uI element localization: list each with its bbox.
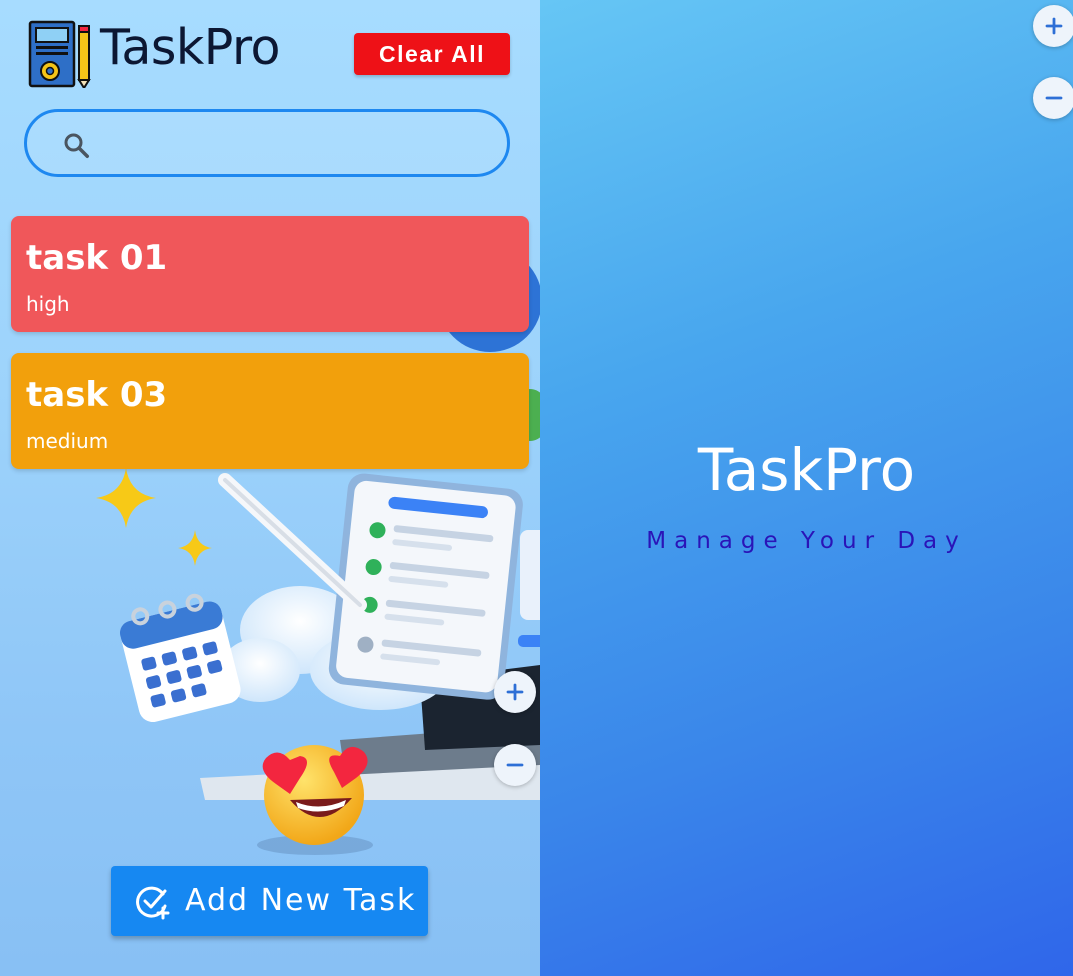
- search-bar[interactable]: [24, 109, 510, 177]
- task-card[interactable]: task 03 medium: [11, 353, 529, 469]
- zoom-in-button[interactable]: [1033, 5, 1073, 47]
- add-new-task-button[interactable]: Add New Task: [111, 866, 428, 936]
- splash-subtitle: Manage Your Day: [646, 528, 967, 554]
- clear-all-button[interactable]: Clear All: [354, 33, 510, 75]
- zoom-in-button[interactable]: [494, 671, 536, 713]
- task-card[interactable]: task 01 high: [11, 216, 529, 332]
- taskpro-logo-icon: [28, 20, 91, 88]
- task-title: task 03: [26, 375, 168, 415]
- search-input[interactable]: [107, 122, 491, 166]
- plus-icon: [506, 683, 524, 701]
- app-logo-title: TaskPro: [100, 19, 281, 76]
- zoom-out-button[interactable]: [1033, 77, 1073, 119]
- add-task-icon: [136, 886, 170, 920]
- plus-icon: [1045, 17, 1063, 35]
- splash-panel: TaskPro Manage Your Day: [540, 0, 1073, 976]
- minus-icon: [1045, 96, 1063, 100]
- splash-title: TaskPro: [697, 436, 916, 504]
- search-icon: [64, 133, 89, 158]
- task-priority: high: [26, 292, 70, 316]
- task-title: task 01: [26, 238, 168, 278]
- minus-icon: [506, 763, 524, 767]
- task-panel: TaskPro Clear All task 01 high task 03 m…: [0, 0, 540, 976]
- task-priority: medium: [26, 429, 109, 453]
- zoom-out-button[interactable]: [494, 744, 536, 786]
- add-new-task-label: Add New Task: [185, 883, 417, 918]
